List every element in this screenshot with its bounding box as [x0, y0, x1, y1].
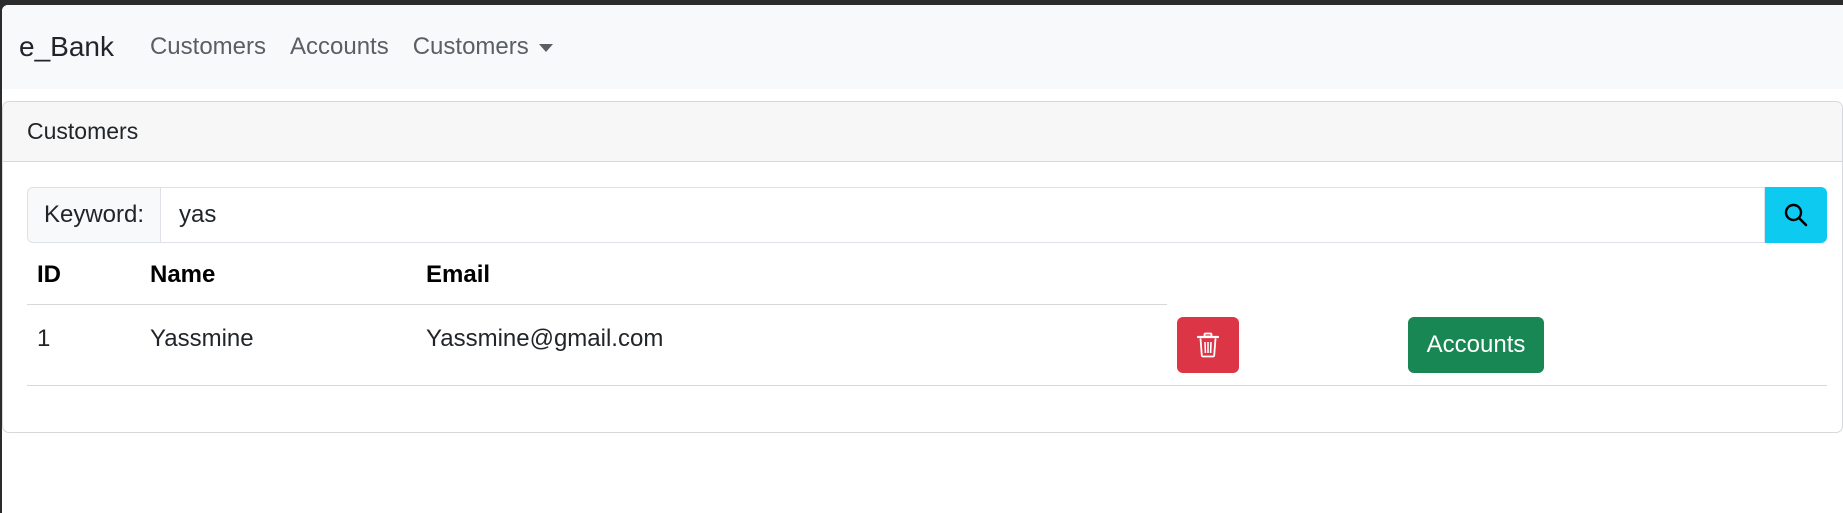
search-button[interactable] — [1765, 187, 1827, 243]
column-header-email: Email — [426, 261, 491, 288]
column-header-id: ID — [37, 261, 61, 288]
navbar-brand[interactable]: e_Bank — [19, 31, 114, 63]
nav-dropdown-customers[interactable]: Customers — [413, 33, 553, 61]
column-header-name: Name — [150, 261, 216, 288]
customers-card: Customers Keyword: ID Name Email 1 Yassm — [2, 101, 1843, 433]
nav-dropdown-label: Customers — [412, 33, 529, 60]
keyword-label: Keyword: — [27, 187, 160, 243]
customers-table: ID Name Email 1 Yassmine Yassmine@gmail.… — [27, 243, 1827, 386]
trash-icon — [1197, 332, 1219, 358]
table-row: 1 Yassmine Yassmine@gmail.com Accounts — [27, 305, 1827, 386]
accounts-button[interactable]: Accounts — [1408, 317, 1544, 373]
search-form: Keyword: — [27, 187, 1827, 243]
nav-link-accounts[interactable]: Accounts — [290, 33, 389, 61]
keyword-input[interactable] — [160, 187, 1765, 243]
card-title: Customers — [27, 118, 139, 144]
card-header: Customers — [3, 102, 1842, 162]
nav-link-customers[interactable]: Customers — [150, 33, 266, 61]
search-icon — [1784, 203, 1808, 227]
table-header: ID Name Email — [27, 243, 1827, 305]
cell-id: 1 — [37, 325, 51, 352]
cell-name: Yassmine — [150, 325, 254, 352]
browser-viewport: e_Bank Customers Accounts Customers Cust… — [2, 5, 1843, 513]
caret-down-icon — [538, 44, 553, 52]
delete-button[interactable] — [1177, 317, 1239, 373]
navbar: e_Bank Customers Accounts Customers — [2, 5, 1843, 89]
cell-email: Yassmine@gmail.com — [426, 325, 664, 352]
